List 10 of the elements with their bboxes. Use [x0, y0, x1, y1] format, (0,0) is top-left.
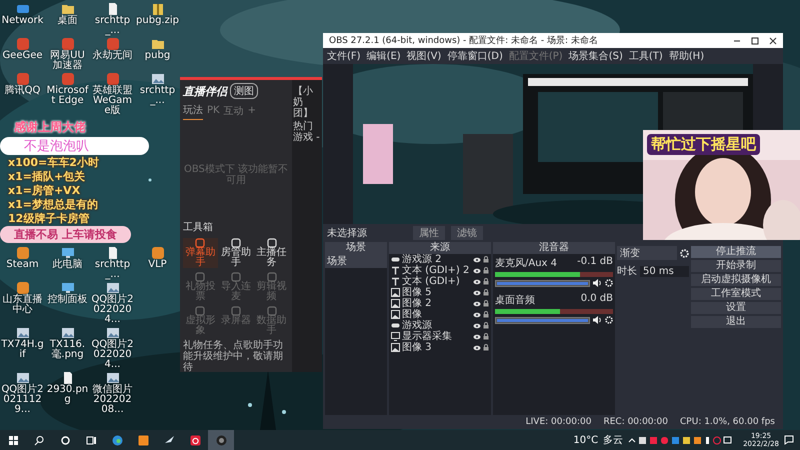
browser-icon [112, 434, 122, 446]
temperature[interactable]: 10°C [573, 434, 598, 446]
task-view-icon [86, 434, 96, 446]
circle-icon [60, 434, 70, 446]
weather-label[interactable]: 多云 [603, 433, 624, 447]
record-icon [216, 434, 226, 446]
app-icon [138, 434, 148, 446]
search-icon [34, 434, 44, 446]
windows-icon [8, 434, 18, 446]
notification-icon[interactable] [784, 435, 794, 445]
